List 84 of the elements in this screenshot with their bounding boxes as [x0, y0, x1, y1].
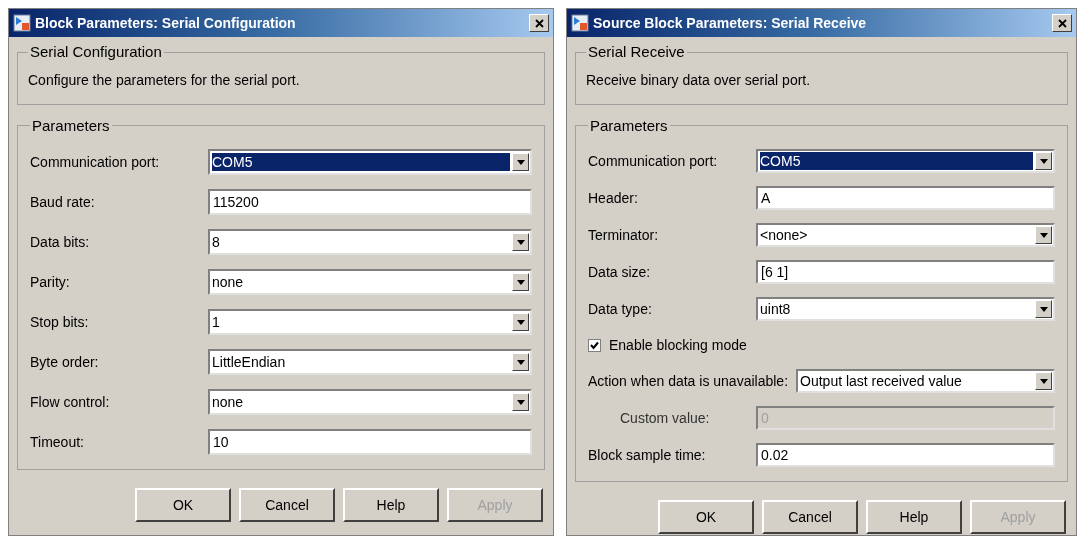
close-icon — [1057, 18, 1067, 28]
close-button[interactable] — [529, 14, 549, 32]
caret-icon — [1039, 232, 1048, 238]
dropdown-arrow-button[interactable] — [512, 353, 529, 371]
field-label: Stop bits: — [30, 312, 90, 332]
dropdown-value: none — [212, 273, 245, 291]
checkbox-label: Enable blocking mode — [609, 335, 747, 355]
checkbox[interactable] — [588, 338, 601, 352]
dialog-button[interactable]: Help — [343, 488, 439, 522]
caret-icon — [1039, 158, 1048, 164]
dropdown-value: none — [212, 393, 245, 411]
dropdown-arrow-button[interactable] — [512, 233, 529, 251]
dropdown-arrow-button[interactable] — [512, 313, 529, 331]
field-label: Flow control: — [30, 392, 111, 412]
caret-icon — [1039, 306, 1048, 312]
dropdown-arrow-button[interactable] — [1035, 152, 1052, 170]
dropdown-value: uint8 — [760, 300, 792, 318]
dialog-button[interactable]: Cancel — [762, 500, 858, 534]
dropdown-arrow-button[interactable] — [512, 273, 529, 291]
dropdown[interactable]: <none> — [756, 223, 1055, 247]
input-field[interactable]: [6 1] — [756, 260, 1055, 284]
dropdown[interactable]: none — [208, 269, 532, 295]
input-field[interactable]: A — [756, 186, 1055, 210]
dropdown-arrow-button[interactable] — [1035, 300, 1052, 318]
dialog-button[interactable]: Cancel — [239, 488, 335, 522]
field-label: Action when data is unavailable: — [588, 371, 790, 391]
description-text: Receive binary data over serial port. — [586, 71, 811, 88]
dropdown-arrow-button[interactable] — [512, 393, 529, 411]
window-title: Block Parameters: Serial Configuration — [35, 13, 297, 33]
input-field[interactable]: 0.02 — [756, 443, 1055, 467]
field-label: Data type: — [588, 299, 653, 319]
dropdown-arrow-button[interactable] — [1035, 226, 1052, 244]
caret-icon — [516, 399, 525, 405]
field-label: Data bits: — [30, 232, 91, 252]
caret-icon — [516, 159, 525, 165]
field-label: Header: — [588, 188, 639, 208]
block-icon — [571, 14, 589, 32]
field-label: Parity: — [30, 272, 71, 292]
caret-icon — [516, 239, 525, 245]
dropdown[interactable]: uint8 — [756, 297, 1055, 321]
field-label: Terminator: — [588, 225, 660, 245]
description-text: Configure the parameters for the serial port. — [28, 71, 300, 88]
dropdown-arrow-button[interactable] — [512, 153, 529, 171]
field-label: Block sample time: — [588, 445, 707, 465]
dropdown-value: Output last received value — [800, 372, 963, 390]
field-label: Data size: — [588, 262, 652, 282]
field-label: Timeout: — [30, 432, 85, 452]
dropdown-value: COM5 — [212, 153, 510, 171]
checkmark-icon — [590, 340, 599, 350]
dropdown-value: COM5 — [760, 152, 1033, 170]
dropdown[interactable]: LittleEndian — [208, 349, 532, 375]
dropdown-value: <none> — [760, 226, 809, 244]
dropdown-value: LittleEndian — [212, 353, 287, 371]
dialog-button[interactable]: OK — [658, 500, 754, 534]
block-icon — [13, 14, 31, 32]
group-title: Serial Receive — [587, 42, 686, 62]
field-label: Baud rate: — [30, 192, 96, 212]
dropdown-value: 1 — [212, 313, 221, 331]
dialog-button[interactable]: OK — [135, 488, 231, 522]
dropdown-arrow-button[interactable] — [1035, 372, 1052, 390]
dropdown-value: 8 — [212, 233, 221, 251]
window-title: Source Block Parameters: Serial Receive — [593, 13, 868, 33]
caret-icon — [516, 279, 525, 285]
group-title: Parameters — [31, 115, 111, 136]
dropdown[interactable]: COM5 — [756, 149, 1055, 173]
dropdown[interactable]: COM5 — [208, 149, 532, 175]
field-label: Communication port: — [588, 151, 719, 171]
group-title: Serial Configuration — [29, 42, 163, 62]
dialog-button[interactable]: Help — [866, 500, 962, 534]
input-field[interactable]: 115200 — [208, 189, 532, 215]
dropdown[interactable]: Output last received value — [796, 369, 1055, 393]
group-title: Parameters — [589, 115, 669, 136]
dropdown[interactable]: 1 — [208, 309, 532, 335]
caret-icon — [516, 319, 525, 325]
input-field[interactable]: 10 — [208, 429, 532, 455]
caret-icon — [516, 359, 525, 365]
close-icon — [534, 18, 544, 28]
field-label: Custom value: — [619, 408, 711, 428]
dropdown[interactable]: 8 — [208, 229, 532, 255]
dropdown[interactable]: none — [208, 389, 532, 415]
field-label: Byte order: — [30, 352, 100, 372]
caret-icon — [1039, 378, 1048, 384]
close-button[interactable] — [1052, 14, 1072, 32]
field-label: Communication port: — [30, 152, 161, 172]
